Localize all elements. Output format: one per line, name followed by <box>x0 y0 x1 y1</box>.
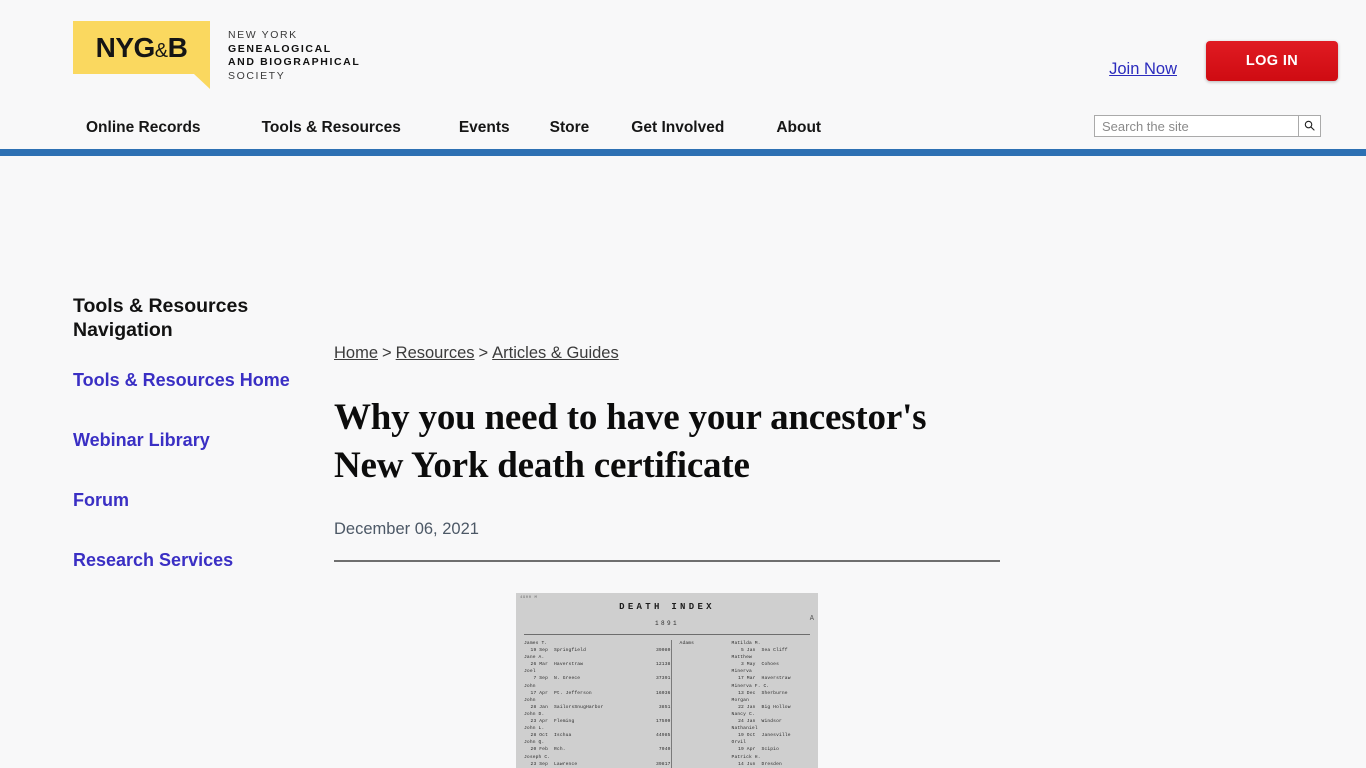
figure-entry-row: 13 Dec Sherburne <box>738 690 788 696</box>
figure-entry-name: Minerva <box>731 669 752 675</box>
breadcrumb-link-articles-guides[interactable]: Articles & Guides <box>492 344 619 362</box>
figure-entry-name: John D. <box>524 711 545 717</box>
logo-wordmark: NEW YORK GENEALOGICAL AND BIOGRAPHICAL S… <box>228 29 360 83</box>
logo-b: B <box>167 31 188 63</box>
search-icon <box>1304 119 1315 134</box>
figure-entry-row: 14 Jun Dresden <box>738 761 782 767</box>
figure-entry-row: 7 Sep N. Greece 37391 <box>533 676 671 682</box>
figure-corner-label: 4900 M <box>520 596 538 600</box>
nav-item-get-involved[interactable]: Get Involved <box>631 119 724 137</box>
figure-entry-name: Matthew <box>731 655 752 661</box>
page-title: Why you need to have your ancestor's New… <box>334 397 927 486</box>
join-now-link[interactable]: Join Now <box>1109 60 1177 79</box>
article-divider <box>334 560 1000 562</box>
site-logo[interactable]: NYG&B NEW YORK GENEALOGICAL AND BIOGRAPH… <box>73 21 360 89</box>
figure-entry-name: Jane A. <box>524 655 545 661</box>
figure-entry-row: 20 Feb Rch. 7040 <box>530 747 671 753</box>
figure-entry-row: 28 Oct Ischua 44985 <box>530 733 671 739</box>
nav-item-store[interactable]: Store <box>550 119 590 137</box>
figure-entry-name: Orvil <box>731 740 747 746</box>
logo-ampersand: & <box>154 39 168 62</box>
nav-item-tools-resources[interactable]: Tools & Resources <box>262 119 401 137</box>
figure-entry-row: 17 Apr Pt. Jefferson 16036 <box>530 690 671 696</box>
figure-entry-name: John <box>524 697 536 703</box>
figure-entry-row: 24 Jan Windsor <box>738 719 782 725</box>
figure-entry-row: 23 Sep Lawrence 39817 <box>530 761 671 767</box>
figure-rule <box>524 634 810 635</box>
figure-entry-row: 19 Oct Janesville <box>738 733 791 739</box>
site-header: NYG&B NEW YORK GENEALOGICAL AND BIOGRAPH… <box>0 0 1366 107</box>
death-index-image: 4900 M DEATH INDEX 1891 A James T. 19 Sep… <box>516 593 818 768</box>
nav-item-about[interactable]: About <box>776 119 821 137</box>
figure-entry-name: Morgan <box>731 697 749 703</box>
logo-line-and-biographical: AND BIOGRAPHICAL <box>228 56 361 68</box>
nav-accent-bar <box>0 149 1366 156</box>
figure-entry-row: 5 Jan Sea Cliff <box>740 648 788 654</box>
breadcrumb-link-home[interactable]: Home <box>334 344 378 362</box>
logo-nyg: NYG <box>95 31 156 63</box>
figure-entry-name: John L. <box>524 726 545 732</box>
figure-entry-name: Nathaniel <box>731 726 758 732</box>
figure-right-entries: Matilda M. 5 Jan Sea Cliff Matthew 3 May Coho… <box>732 640 810 768</box>
figure-entry-name: Joseph C. <box>524 754 551 760</box>
site-search <box>1094 115 1321 137</box>
search-submit-button[interactable] <box>1298 115 1321 137</box>
figure-entry-row: 28 Jan SailorsSnugHarbor 3851 <box>530 704 671 710</box>
figure-entry-name: John <box>524 683 536 689</box>
figure-entry-name: John Q. <box>524 740 545 746</box>
logo-badge: NYG&B <box>73 21 210 89</box>
figure-entry-row: 26 Mar Haverstraw 12138 <box>530 662 671 668</box>
sidebar-item-webinar-library[interactable]: Webinar Library <box>73 426 313 454</box>
nav-items-list: Online Records Tools & Resources Events … <box>86 107 821 149</box>
breadcrumb-separator-1: > <box>382 344 392 362</box>
sidebar-item-tools-resources-home[interactable]: Tools & Resources Home <box>73 366 313 394</box>
figure-entry-name: James T. <box>524 641 548 646</box>
sidebar-heading: Tools & Resources Navigation <box>73 295 249 341</box>
logo-tail-shape <box>194 74 210 89</box>
figure-entry-name: Nancy C. <box>731 711 755 717</box>
breadcrumb: Home > Resources > Articles & Guides <box>334 344 1000 363</box>
figure-entry-row: 17 Mar Haverstraw <box>738 676 791 682</box>
figure-year: 1891 <box>654 620 679 627</box>
figure-surname: Adams <box>679 641 695 646</box>
figure-index-letter: A <box>809 615 814 623</box>
sidebar-navigation: Tools & Resources Navigation Tools & Res… <box>73 294 313 606</box>
sidebar-item-forum[interactable]: Forum <box>73 486 313 514</box>
figure-left-column: James T. 19 Sep Springfield 39080 Jane A. 26 … <box>524 640 671 768</box>
breadcrumb-link-resources[interactable]: Resources <box>396 344 475 362</box>
search-input[interactable] <box>1094 115 1298 137</box>
figure-right-column: Adams Matilda M. 5 Jan Sea Cliff Matthew 3 M… <box>670 640 810 768</box>
figure-entry-name: Matilda M. <box>731 641 761 646</box>
figure-entry-name: Patrick H. <box>731 754 761 760</box>
breadcrumb-separator-2: > <box>478 344 489 362</box>
logo-line-genealogical: GENEALOGICAL <box>228 42 332 55</box>
logo-badge-text: NYG&B <box>95 31 188 63</box>
nav-item-online-records[interactable]: Online Records <box>86 119 201 137</box>
figure-entry-row: 23 Apr Fleming 17509 <box>530 719 671 725</box>
figure-entry-row: 22 Jan Big Hollow <box>738 704 791 710</box>
main-navigation: Online Records Tools & Resources Events … <box>0 107 1366 149</box>
figure-entry-name: Joel <box>524 669 536 675</box>
nav-item-events[interactable]: Events <box>459 119 510 137</box>
article-date: December 06, 2021 <box>334 520 479 538</box>
logo-line-society: SOCIETY <box>228 69 286 82</box>
figure-title: DEATH INDEX <box>619 602 715 612</box>
log-in-button[interactable]: LOG IN <box>1206 41 1338 81</box>
figure-entry-name: Minerva F. C. <box>731 683 770 689</box>
figure-entry-row: 19 Sep Springfield 39080 <box>530 648 671 654</box>
figure-columns: James T. 19 Sep Springfield 39080 Jane A. 26 … <box>516 640 818 768</box>
sidebar-item-research-services[interactable]: Research Services <box>73 546 313 574</box>
logo-line-new-york: NEW YORK <box>228 29 298 41</box>
article-column: Home > Resources > Articles & Guides Why you… <box>334 156 1000 768</box>
figure-entry-row: 3 May Cohoes <box>740 662 779 668</box>
figure-entry-row: 19 Apr Scipio <box>738 747 779 753</box>
